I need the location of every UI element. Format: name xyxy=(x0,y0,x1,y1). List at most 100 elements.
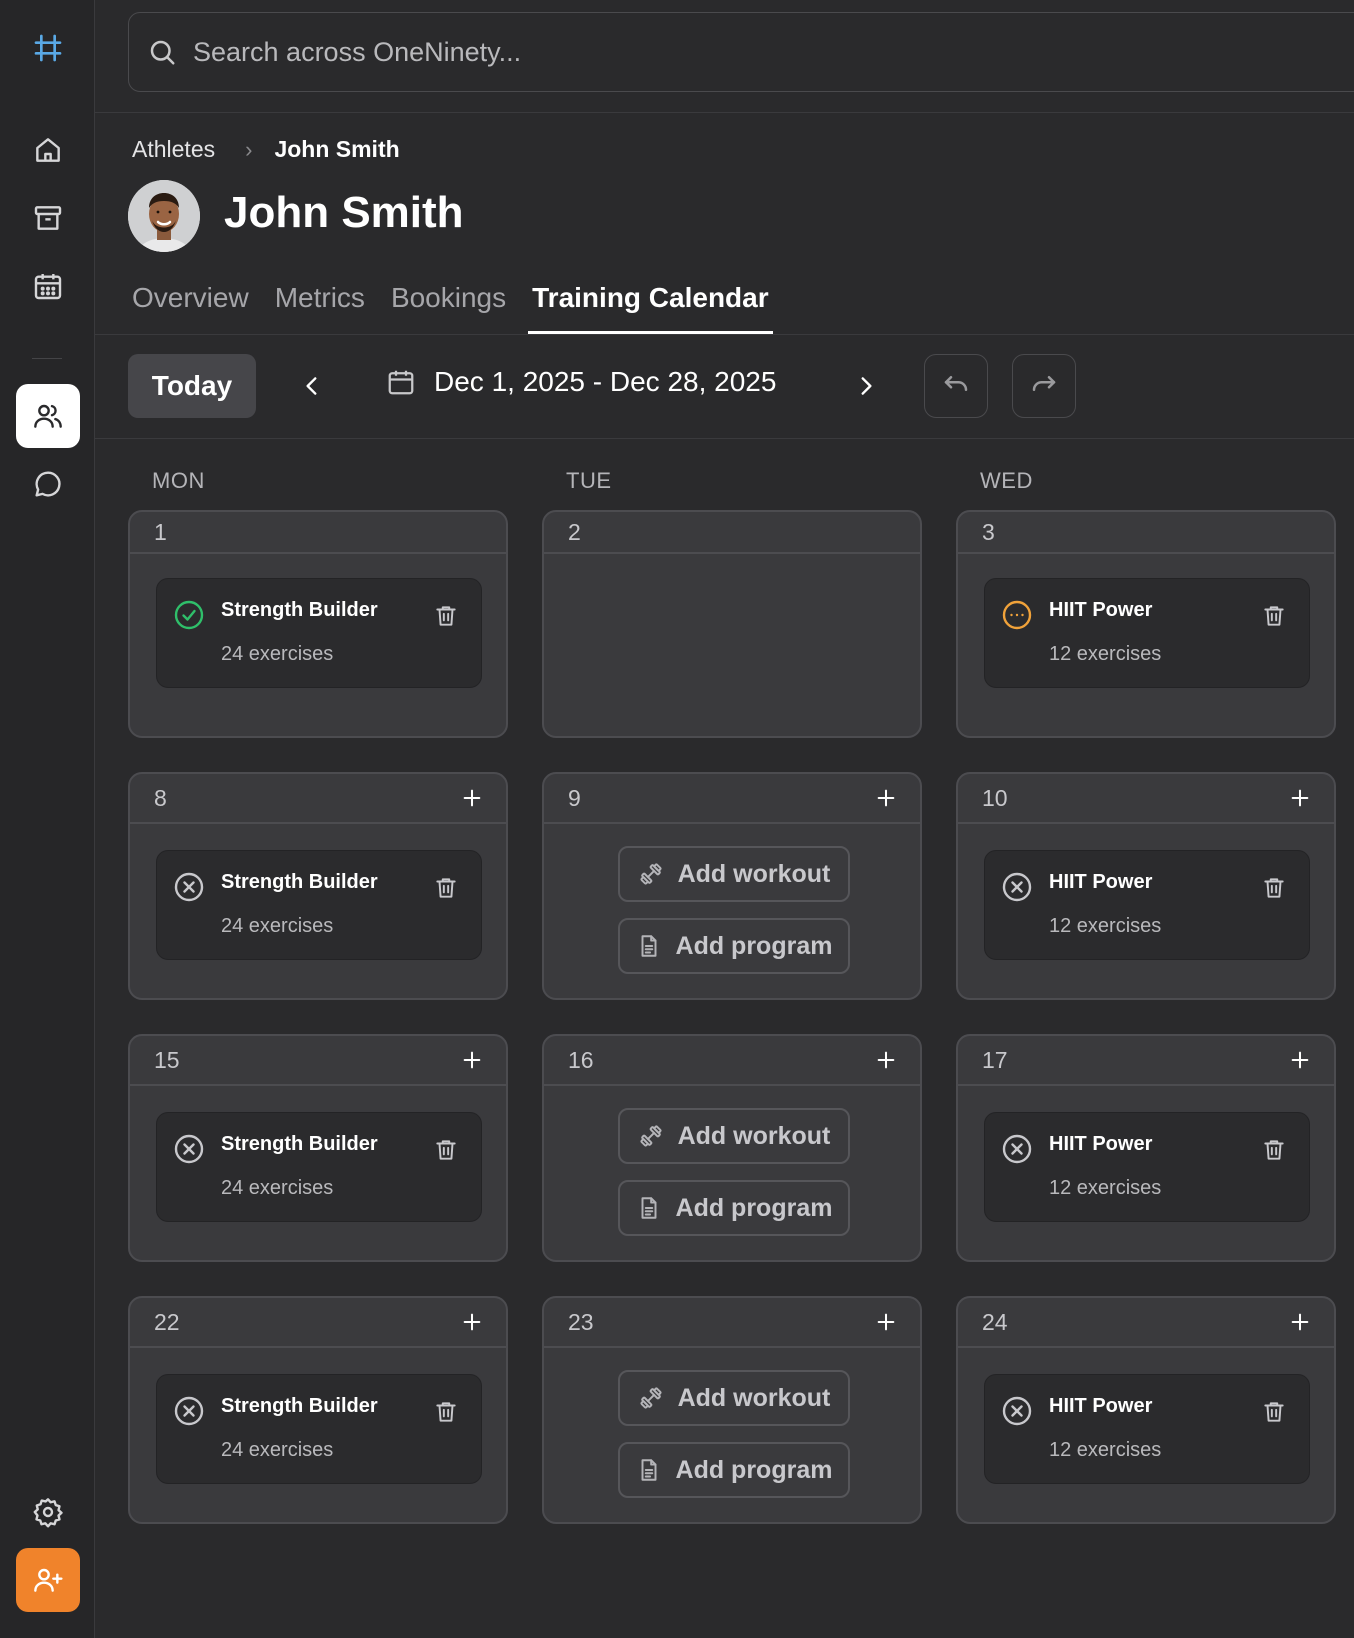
day-header: 17 xyxy=(958,1036,1334,1086)
dumbbell-icon xyxy=(640,863,662,885)
missed-x-icon[interactable] xyxy=(1001,1395,1033,1427)
missed-x-icon[interactable] xyxy=(173,1395,205,1427)
trash-icon[interactable] xyxy=(1261,603,1287,629)
add-plus-icon[interactable] xyxy=(874,1048,898,1072)
add-plus-icon[interactable] xyxy=(1288,1310,1312,1334)
trash-icon[interactable] xyxy=(433,1137,459,1163)
day-header: 8 xyxy=(130,774,506,824)
trash-icon[interactable] xyxy=(433,603,459,629)
day-number: 17 xyxy=(982,1046,1008,1073)
workout-card[interactable]: HIIT Power 12 exercises xyxy=(984,1374,1310,1484)
avatar xyxy=(128,180,200,252)
gear-icon[interactable] xyxy=(16,1480,80,1544)
chevron-left-icon[interactable] xyxy=(292,366,332,406)
day-number: 10 xyxy=(982,784,1008,811)
calendar-day-cell[interactable]: 24 HIIT Power 12 exercises xyxy=(956,1296,1336,1524)
calendar-day-cell[interactable]: 15 Strength Builder 24 exercises xyxy=(128,1034,508,1262)
chat-icon[interactable] xyxy=(16,452,80,516)
day-number: 3 xyxy=(982,518,995,545)
day-number: 22 xyxy=(154,1308,180,1335)
day-header: 16 xyxy=(544,1036,920,1086)
undo-icon xyxy=(944,376,968,391)
in-progress-icon[interactable] xyxy=(1001,599,1033,631)
calendar-day-cell[interactable]: 3 HIIT Power 12 exercises xyxy=(956,510,1336,738)
calendar-day-cell[interactable]: 10 HIIT Power 12 exercises xyxy=(956,772,1336,1000)
workout-exercise-count: 12 exercises xyxy=(1049,915,1162,937)
add-plus-icon[interactable] xyxy=(1288,1048,1312,1072)
redo-button[interactable] xyxy=(1012,354,1076,418)
calendar-day-cell[interactable]: 16 Add workout Add program xyxy=(542,1034,922,1262)
workout-title: HIIT Power xyxy=(1049,1133,1153,1155)
today-button[interactable]: Today xyxy=(128,354,256,418)
add-workout-label: Add workout xyxy=(677,1121,831,1150)
add-plus-icon[interactable] xyxy=(460,786,484,810)
logo-hash-icon[interactable] xyxy=(16,16,80,80)
workout-title: HIIT Power xyxy=(1049,1395,1153,1417)
missed-x-icon[interactable] xyxy=(173,1133,205,1165)
tab-metrics[interactable]: Metrics xyxy=(275,282,365,334)
day-header: 9 xyxy=(544,774,920,824)
workout-card[interactable]: Strength Builder 24 exercises xyxy=(156,578,482,688)
users-icon[interactable] xyxy=(16,384,80,448)
calendar-day-cell[interactable]: 1 Strength Builder 24 exercises xyxy=(128,510,508,738)
day-number: 2 xyxy=(568,518,581,545)
missed-x-icon[interactable] xyxy=(1001,871,1033,903)
add-program-label: Add program xyxy=(675,931,833,960)
add-plus-icon[interactable] xyxy=(460,1048,484,1072)
document-icon xyxy=(641,1197,656,1219)
tab-training-calendar[interactable]: Training Calendar xyxy=(528,282,773,335)
trash-icon[interactable] xyxy=(433,1399,459,1425)
add-plus-icon[interactable] xyxy=(874,786,898,810)
add-program-button[interactable]: Add program xyxy=(618,1442,850,1498)
workout-card[interactable]: Strength Builder 24 exercises xyxy=(156,1374,482,1484)
dumbbell-icon xyxy=(640,1387,662,1409)
day-number: 15 xyxy=(154,1046,180,1073)
search-icon xyxy=(150,40,175,65)
missed-x-icon[interactable] xyxy=(1001,1133,1033,1165)
calendar-day-cell[interactable]: 23 Add workout Add program xyxy=(542,1296,922,1524)
add-workout-button[interactable]: Add workout xyxy=(618,846,850,902)
date-range-picker[interactable]: Dec 1, 2025 - Dec 28, 2025 xyxy=(386,366,776,398)
archive-icon[interactable] xyxy=(16,186,80,250)
breadcrumb-athletes-link[interactable]: Athletes xyxy=(132,136,215,163)
search-bar[interactable] xyxy=(128,12,1354,92)
trash-icon[interactable] xyxy=(1261,1137,1287,1163)
tab-bookings[interactable]: Bookings xyxy=(391,282,506,334)
weekday-header: MON xyxy=(152,468,205,493)
chevron-right-icon[interactable] xyxy=(846,366,886,406)
missed-x-icon[interactable] xyxy=(173,871,205,903)
add-workout-button[interactable]: Add workout xyxy=(618,1370,850,1426)
undo-button[interactable] xyxy=(924,354,988,418)
calendar-day-cell[interactable]: 9 Add workout Add program xyxy=(542,772,922,1000)
calendar-day-cell[interactable]: 22 Strength Builder 24 exercises xyxy=(128,1296,508,1524)
trash-icon[interactable] xyxy=(1261,1399,1287,1425)
trash-icon[interactable] xyxy=(433,875,459,901)
add-plus-icon[interactable] xyxy=(874,1310,898,1334)
workout-card[interactable]: HIIT Power 12 exercises xyxy=(984,1112,1310,1222)
add-workout-button[interactable]: Add workout xyxy=(618,1108,850,1164)
search-input[interactable] xyxy=(193,36,1093,68)
add-program-label: Add program xyxy=(675,1193,833,1222)
workout-card[interactable]: Strength Builder 24 exercises xyxy=(156,1112,482,1222)
calendar-day-cell[interactable]: 8 Strength Builder 24 exercises xyxy=(128,772,508,1000)
home-icon[interactable] xyxy=(16,118,80,182)
add-user-icon[interactable] xyxy=(16,1548,80,1612)
calendar-icon[interactable] xyxy=(16,254,80,318)
workout-title: Strength Builder xyxy=(221,1133,378,1155)
workout-card[interactable]: HIIT Power 12 exercises xyxy=(984,578,1310,688)
divider xyxy=(95,112,1354,113)
completed-check-icon[interactable] xyxy=(173,599,205,631)
tab-overview[interactable]: Overview xyxy=(132,282,249,334)
breadcrumb-current: John Smith xyxy=(274,136,400,162)
trash-icon[interactable] xyxy=(1261,875,1287,901)
add-plus-icon[interactable] xyxy=(460,1310,484,1334)
calendar-day-cell[interactable]: 17 HIIT Power 12 exercises xyxy=(956,1034,1336,1262)
calendar-day-cell[interactable]: 2 xyxy=(542,510,922,738)
add-program-button[interactable]: Add program xyxy=(618,918,850,974)
add-program-button[interactable]: Add program xyxy=(618,1180,850,1236)
workout-card[interactable]: HIIT Power 12 exercises xyxy=(984,850,1310,960)
day-header: 1 xyxy=(130,512,506,554)
add-plus-icon[interactable] xyxy=(1288,786,1312,810)
workout-card[interactable]: Strength Builder 24 exercises xyxy=(156,850,482,960)
workout-exercise-count: 12 exercises xyxy=(1049,1439,1162,1461)
